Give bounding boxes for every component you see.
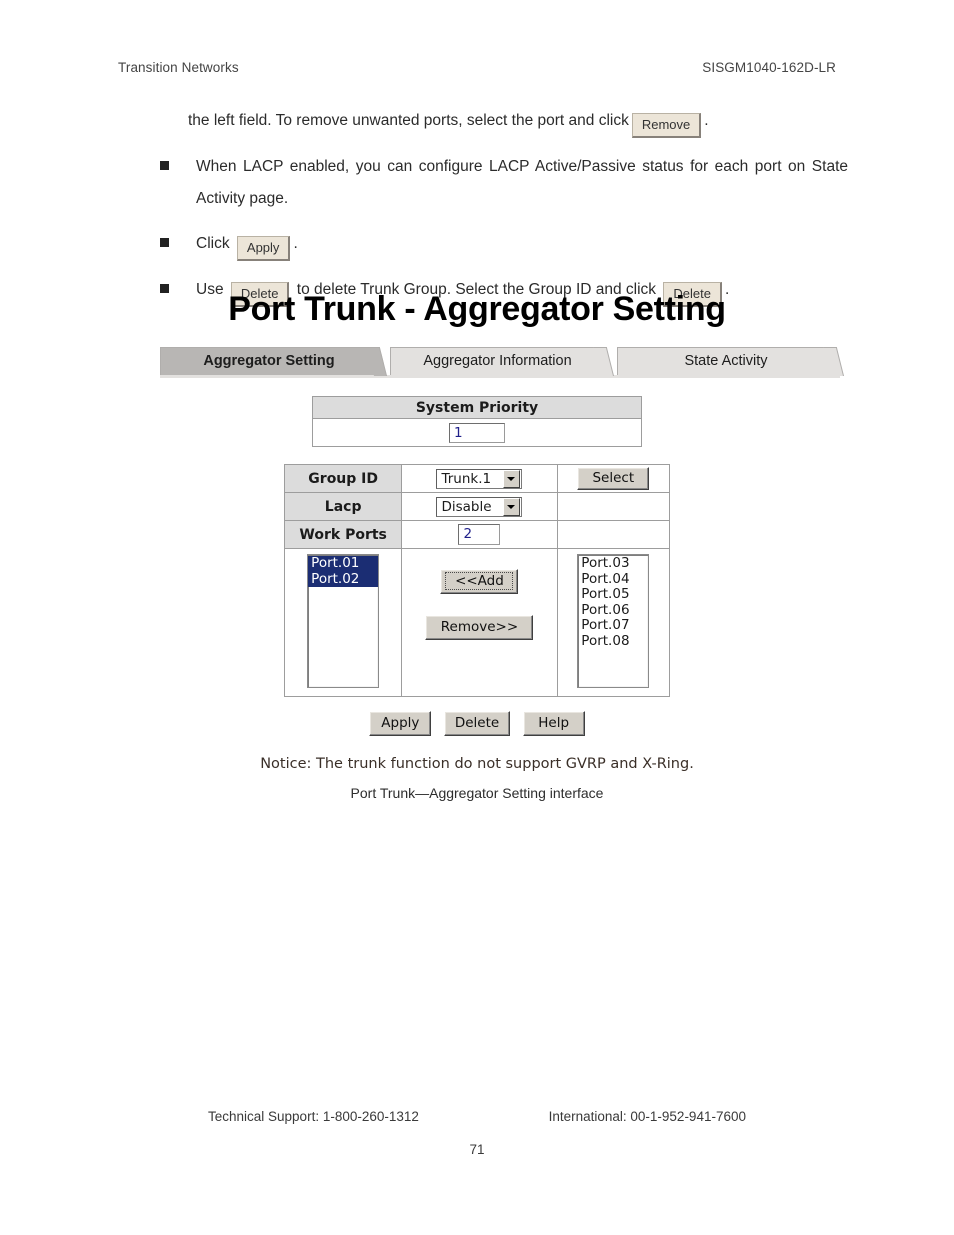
header-company: Transition Networks	[118, 60, 239, 75]
table-row: System Priority	[312, 396, 642, 419]
page-number: 71	[469, 1142, 485, 1157]
group-id-action-cell: Select	[556, 464, 671, 493]
tab-bar: Aggregator Setting Aggregator Informatio…	[160, 347, 844, 378]
inline-apply-button[interactable]: Apply	[236, 236, 291, 261]
table-row-group-id: Group ID Trunk.1 Select	[283, 464, 671, 493]
lacp-select-value: Disable	[441, 498, 492, 515]
work-ports-empty-cell	[556, 520, 671, 549]
lead-text-before: the left field. To remove unwanted ports…	[188, 112, 629, 129]
document-header: Transition Networks SISGM1040-162D-LR	[118, 60, 836, 75]
figure-caption: Port Trunk—Aggregator Setting interface	[350, 785, 604, 801]
member-ports-cell: Port.01 Port.02	[283, 548, 403, 697]
tab-state-activity[interactable]: State Activity	[617, 347, 844, 376]
group-id-select-value: Trunk.1	[441, 470, 492, 487]
add-port-button[interactable]: <<Add	[440, 569, 519, 594]
footer-tech-support: Technical Support: 1-800-260-1312	[208, 1109, 419, 1124]
system-priority-input[interactable]: 1	[449, 422, 505, 443]
embedded-web-ui-screenshot: Port Trunk - Aggregator Setting Aggregat…	[0, 288, 954, 801]
list-item[interactable]: Port.04	[578, 571, 648, 588]
work-ports-input[interactable]: 2	[458, 524, 501, 545]
table-row-lacp: Lacp Disable	[283, 492, 671, 521]
system-priority-header: System Priority	[312, 396, 642, 419]
header-model: SISGM1040-162D-LR	[702, 60, 836, 75]
list-item[interactable]: Port.03	[578, 555, 648, 572]
lead-paragraph: the left field. To remove unwanted ports…	[188, 104, 848, 138]
bullet-item-apply: Click Apply.	[118, 228, 848, 261]
bullet-apply-text: Click Apply.	[196, 228, 848, 261]
bullet-lacp-text: When LACP enabled, you can configure LAC…	[196, 158, 848, 207]
lacp-empty-cell	[556, 492, 671, 521]
page-title: Port Trunk - Aggregator Setting	[228, 290, 726, 328]
form-action-buttons: Apply Delete Help	[0, 711, 954, 736]
table-row-work-ports: Work Ports 2	[283, 520, 671, 549]
help-button[interactable]: Help	[522, 711, 585, 736]
group-id-label: Group ID	[283, 464, 403, 493]
square-bullet-icon	[160, 161, 169, 170]
transfer-actions-cell: <<Add Remove>>	[401, 548, 558, 697]
tab-bar-underline	[160, 375, 840, 378]
member-ports-listbox[interactable]: Port.01 Port.02	[307, 554, 380, 688]
instructions-block: the left field. To remove unwanted ports…	[118, 104, 848, 307]
list-item[interactable]: Port.08	[578, 633, 648, 650]
table-row: 1	[312, 418, 642, 447]
list-item[interactable]: Port.02	[308, 571, 379, 587]
aggregator-config-section: Group ID Trunk.1 Select Lacp Disable Wor…	[283, 464, 671, 697]
bullet-apply-before: Click	[196, 235, 230, 252]
inline-remove-button[interactable]: Remove	[631, 113, 702, 138]
group-id-select[interactable]: Trunk.1	[436, 468, 523, 489]
square-bullet-icon	[160, 238, 169, 247]
lead-text-after: .	[704, 112, 709, 129]
system-priority-value-cell: 1	[312, 418, 642, 447]
system-priority-table: System Priority 1	[312, 396, 642, 447]
list-item[interactable]: Port.05	[578, 586, 648, 603]
work-ports-value-cell: 2	[401, 520, 558, 549]
select-button[interactable]: Select	[577, 467, 650, 490]
add-port-button-label: <<Add	[445, 572, 514, 590]
list-item[interactable]: Port.07	[578, 617, 648, 634]
work-ports-label: Work Ports	[283, 520, 403, 549]
list-item[interactable]: Port.06	[578, 602, 648, 619]
available-ports-listbox[interactable]: Port.03 Port.04 Port.05 Port.06 Port.07 …	[577, 554, 650, 688]
bullet-apply-after: .	[293, 235, 298, 252]
lacp-label: Lacp	[283, 492, 403, 521]
lacp-value-cell: Disable	[401, 492, 558, 521]
tab-aggregator-information-label: Aggregator Information	[423, 353, 572, 369]
lacp-select[interactable]: Disable	[436, 496, 523, 517]
available-ports-cell: Port.03 Port.04 Port.05 Port.06 Port.07 …	[556, 548, 671, 697]
remove-port-button[interactable]: Remove>>	[425, 615, 534, 640]
group-id-value-cell: Trunk.1	[401, 464, 558, 493]
chevron-down-icon[interactable]	[503, 497, 521, 516]
footer-contact-row: Technical Support: 1-800-260-1312 Intern…	[118, 1109, 836, 1124]
tab-aggregator-setting-label: Aggregator Setting	[203, 353, 335, 369]
tab-state-activity-label: State Activity	[684, 353, 768, 369]
aggregator-config-table: Group ID Trunk.1 Select Lacp Disable Wor…	[283, 464, 671, 697]
notice-text: Notice: The trunk function do not suppor…	[260, 756, 694, 772]
bullet-item-lacp: When LACP enabled, you can configure LAC…	[118, 151, 848, 215]
document-footer: Technical Support: 1-800-260-1312 Intern…	[118, 1109, 836, 1157]
chevron-down-icon[interactable]	[503, 469, 521, 488]
table-row-port-lists: Port.01 Port.02 <<Add Remove>> Port.03 P…	[283, 548, 671, 697]
apply-button[interactable]: Apply	[369, 711, 432, 736]
footer-international: International: 00-1-952-941-7600	[548, 1109, 746, 1124]
list-item[interactable]: Port.01	[308, 555, 379, 572]
tab-aggregator-setting[interactable]: Aggregator Setting	[160, 347, 387, 376]
tab-aggregator-information[interactable]: Aggregator Information	[390, 347, 614, 376]
delete-button[interactable]: Delete	[443, 711, 511, 736]
system-priority-section: System Priority 1	[312, 396, 642, 447]
transfer-actions: <<Add Remove>>	[402, 549, 556, 640]
